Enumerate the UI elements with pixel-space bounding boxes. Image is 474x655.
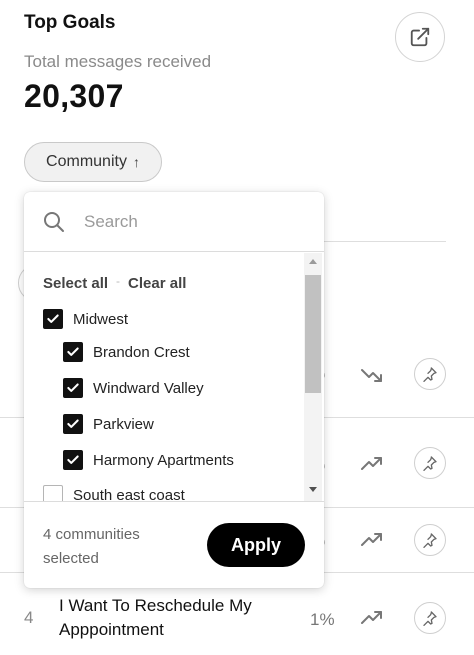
checkbox-checked[interactable] [63, 378, 83, 398]
row-label[interactable]: I Want To Reschedule My Apppointment [59, 594, 289, 642]
scroll-thumb[interactable] [305, 275, 321, 393]
option-label: Midwest [73, 310, 129, 328]
search-input[interactable] [82, 208, 302, 236]
row-rank: 4 [24, 608, 34, 627]
option-label: Parkview [93, 415, 154, 433]
option-label: Brandon Crest [93, 343, 190, 361]
trending-up-icon [361, 611, 382, 624]
checkbox-checked[interactable] [63, 342, 83, 362]
checkmark-icon [67, 455, 79, 464]
option-label: South east coast [73, 486, 185, 502]
pin-button[interactable] [414, 524, 446, 556]
pin-icon [423, 533, 437, 548]
checkbox-checked[interactable] [63, 414, 83, 434]
pin-icon [423, 367, 437, 382]
checkmark-icon [47, 314, 59, 323]
trending-up-icon [361, 457, 382, 470]
option-midwest[interactable]: Midwest [43, 309, 128, 329]
option-harmony-apartments[interactable]: Harmony Apartments [63, 450, 234, 470]
option-south-east-coast[interactable]: South east coast [43, 485, 185, 501]
checkmark-icon [67, 419, 79, 428]
checkmark-icon [67, 383, 79, 392]
row-percent: 1% [310, 610, 335, 629]
scroll-down-arrow-icon[interactable] [309, 487, 317, 492]
community-dropdown: Select all-Clear all Midwest Brandon Cre… [24, 192, 324, 588]
community-list: Select all - Clear all Midwest Brandon Cre… [24, 253, 324, 501]
option-brandon-crest[interactable]: Brandon Crest [63, 342, 190, 362]
bulk-actions: Select all - Clear all [43, 274, 186, 292]
total-messages-value: 20,307 [24, 78, 124, 114]
option-label: Windward Valley [93, 379, 204, 397]
community-filter-label: Community [46, 153, 127, 170]
pin-icon [423, 611, 437, 626]
external-link-icon [410, 27, 430, 47]
checkmark-icon [67, 347, 79, 356]
checkbox-unchecked[interactable] [43, 485, 63, 501]
option-label: Harmony Apartments [93, 451, 234, 469]
option-windward-valley[interactable]: Windward Valley [63, 378, 204, 398]
community-filter-button[interactable]: Community ↑ [24, 142, 162, 182]
card-subtitle: Total messages received [24, 52, 212, 71]
clear-all-link[interactable]: Clear all [128, 275, 186, 292]
dropdown-footer: 4 communities selected Apply [24, 501, 324, 588]
trending-up-icon [361, 533, 382, 546]
list-scrollbar[interactable] [304, 253, 322, 501]
pin-button[interactable] [414, 358, 446, 390]
select-all-link[interactable]: Select all [43, 275, 108, 292]
search-row [24, 192, 324, 252]
selected-count-text: 4 communities selected [43, 526, 140, 567]
sort-arrow-up-icon: ↑ [132, 154, 140, 170]
open-external-button[interactable] [395, 12, 445, 62]
card-title: Top Goals [24, 12, 116, 33]
separator: - [116, 274, 121, 288]
search-icon [44, 212, 64, 232]
pin-button[interactable] [414, 602, 446, 634]
checkbox-checked[interactable] [63, 450, 83, 470]
scroll-up-arrow-icon[interactable] [309, 259, 317, 264]
trending-down-icon [361, 369, 382, 382]
checkbox-checked[interactable] [43, 309, 63, 329]
pin-icon [423, 456, 437, 471]
option-parkview[interactable]: Parkview [63, 414, 154, 434]
apply-button[interactable]: Apply [207, 523, 305, 567]
pin-button[interactable] [414, 447, 446, 479]
